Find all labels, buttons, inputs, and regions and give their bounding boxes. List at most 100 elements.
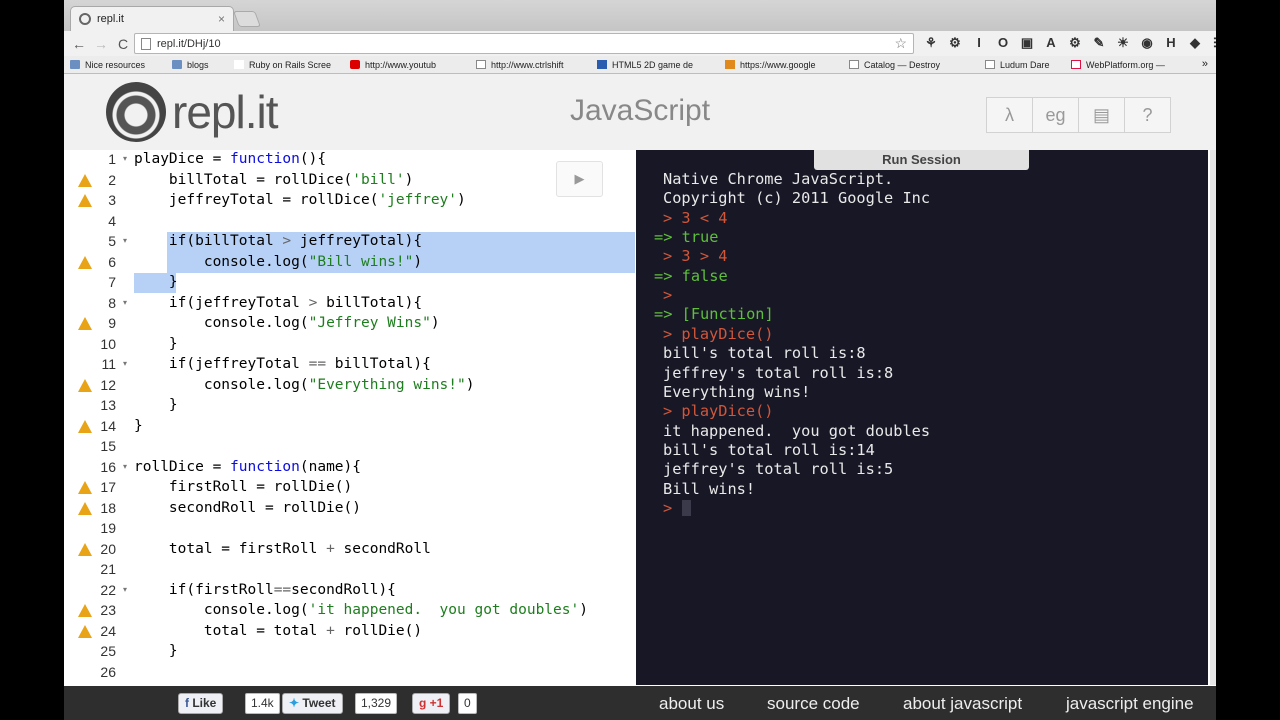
line-number: 21 (100, 561, 116, 577)
reload-button[interactable]: C (112, 36, 134, 52)
code-line[interactable]: 9 console.log("Jeffrey Wins") (68, 313, 635, 334)
code-line[interactable]: 1 ▾ playDice = function(){ (68, 150, 635, 170)
browser-tab[interactable]: repl.it × (70, 6, 234, 31)
extension-icon[interactable]: A (1042, 34, 1060, 52)
code-line[interactable]: 7 } (68, 272, 635, 293)
code-line[interactable]: 6 console.log("Bill wins!") (68, 252, 635, 273)
warning-icon[interactable] (78, 542, 92, 556)
bookmark-item[interactable]: WebPlatform.org — (1071, 60, 1181, 70)
fold-arrow-icon[interactable]: ▾ (123, 354, 127, 375)
extension-icon[interactable]: ▣ (1018, 34, 1036, 52)
extension-icon[interactable]: ◉ (1138, 34, 1156, 52)
fold-arrow-icon[interactable]: ▾ (123, 457, 127, 478)
code-line[interactable]: 3 jeffreyTotal = rollDice('jeffrey') (68, 190, 635, 211)
code-line[interactable]: 16 ▾ rollDice = function(name){ (68, 457, 635, 478)
footer-link-javascript-engine[interactable]: javascript engine (1066, 694, 1194, 714)
tweet-button[interactable]: ✦ Tweet (282, 693, 343, 714)
code-line[interactable]: 12 console.log("Everything wins!") (68, 375, 635, 396)
bookmark-item[interactable]: blogs (172, 60, 228, 70)
bookmark-label: Nice resources (85, 59, 146, 70)
code-line[interactable]: 19 (68, 518, 635, 539)
footer-link-about-javascript[interactable]: about javascript (903, 694, 1022, 714)
console-cursor[interactable] (682, 500, 692, 517)
extension-icon[interactable]: ⚘ (922, 34, 940, 52)
code-line[interactable]: 14} (68, 416, 635, 437)
google-plus-button[interactable]: g +1 (412, 693, 451, 714)
code-line[interactable]: 23 console.log('it happened. you got dou… (68, 600, 635, 621)
extension-icon[interactable]: ✎ (1090, 34, 1108, 52)
console-text: > playDice() (663, 324, 774, 343)
code-token: total = firstRoll (134, 540, 327, 557)
address-bar[interactable]: repl.it/DHj/10 ☆ (134, 33, 914, 54)
bookmark-item[interactable]: http://www.ctrlshift (476, 60, 591, 70)
code-line[interactable]: 21 (68, 559, 635, 580)
forward-button[interactable]: → (90, 36, 112, 52)
code-line[interactable]: 20 total = firstRoll + secondRoll (68, 539, 635, 560)
extension-icon[interactable]: ☰ (1210, 34, 1216, 52)
code-line[interactable]: 11 ▾ if(jeffreyTotal == billTotal){ (68, 354, 635, 375)
lambda-button[interactable]: λ (986, 97, 1033, 133)
fold-arrow-icon[interactable]: ▾ (123, 580, 127, 601)
code-line[interactable]: 10 } (68, 334, 635, 355)
code-token: ) (465, 376, 475, 393)
code-line[interactable]: 26 (68, 662, 635, 683)
extension-icon[interactable]: ⚙ (1066, 34, 1084, 52)
save-button[interactable]: ▤ (1078, 97, 1125, 133)
extension-icon[interactable]: ☀ (1114, 34, 1132, 52)
code-line[interactable]: 17 firstRoll = rollDie() (68, 477, 635, 498)
code-line[interactable]: 2 billTotal = rollDice('bill') (68, 170, 635, 191)
warning-icon[interactable] (78, 501, 92, 515)
code-line[interactable]: 18 secondRoll = rollDie() (68, 498, 635, 519)
code-line[interactable]: 22 ▾ if(firstRoll==secondRoll){ (68, 580, 635, 601)
bookmark-org-icon (725, 60, 735, 69)
extension-icon[interactable]: ◆ (1186, 34, 1204, 52)
warning-icon[interactable] (78, 255, 92, 269)
extension-icon[interactable]: ⚙ (946, 34, 964, 52)
bookmark-star-icon[interactable]: ☆ (894, 35, 907, 52)
warning-icon[interactable] (78, 317, 92, 330)
bookmark-item[interactable]: Ludum Dare (985, 60, 1065, 70)
bookmark-item[interactable]: Catalog — Destroy (849, 60, 979, 70)
warning-icon[interactable] (78, 194, 92, 207)
extension-icon[interactable]: O (994, 34, 1012, 52)
fold-arrow-icon[interactable]: ▾ (123, 293, 127, 314)
bookmark-item[interactable]: HTML5 2D game de (597, 60, 719, 70)
run-button[interactable]: ▶ (556, 161, 603, 197)
bookmark-item[interactable]: http://www.youtub (350, 60, 470, 70)
code-line[interactable]: 13 } (68, 395, 635, 416)
examples-button[interactable]: eg (1032, 97, 1079, 133)
warning-icon[interactable] (78, 378, 92, 392)
close-tab-icon[interactable]: × (218, 12, 225, 26)
bookmark-item[interactable]: Ruby on Rails Scree (234, 60, 344, 70)
extension-icon[interactable]: I (970, 34, 988, 52)
bookmark-item[interactable]: https://www.google (725, 60, 843, 70)
warning-icon[interactable] (78, 173, 92, 187)
footer-link-source-code[interactable]: source code (767, 694, 860, 714)
bookmark-item[interactable]: Nice resources (70, 60, 166, 70)
facebook-like-button[interactable]: f Like (178, 693, 224, 714)
warning-icon[interactable] (78, 624, 92, 638)
warning-icon[interactable] (78, 481, 92, 494)
new-tab-button[interactable] (233, 11, 261, 27)
code-editor[interactable]: 1 ▾ playDice = function(){2 billTotal = ro… (68, 150, 635, 685)
extension-icon[interactable]: H (1162, 34, 1180, 52)
warning-icon[interactable] (78, 419, 92, 433)
code-token: console.log( (134, 376, 309, 393)
code-line[interactable]: 24 total = total + rollDie() (68, 621, 635, 642)
help-button[interactable]: ? (1124, 97, 1171, 133)
code-line[interactable]: 5 ▾ if(billTotal > jeffreyTotal){ (68, 231, 635, 252)
footer-link-about-us[interactable]: about us (659, 694, 724, 714)
fold-arrow-icon[interactable]: ▾ (123, 231, 127, 252)
console-panel[interactable]: Run Session Native Chrome JavaScript. Cop… (636, 150, 1208, 685)
fold-arrow-icon[interactable]: ▾ (123, 150, 127, 170)
scrollbar[interactable] (1210, 150, 1216, 685)
console-text: => false (654, 266, 728, 285)
code-line[interactable]: 25 } (68, 641, 635, 662)
console-text: => true (654, 228, 719, 247)
bookmarks-overflow-button[interactable]: » (1202, 58, 1208, 70)
code-line[interactable]: 15 (68, 436, 635, 457)
code-line[interactable]: 4 (68, 211, 635, 232)
back-button[interactable]: ← (68, 36, 90, 52)
code-line[interactable]: 8 ▾ if(jeffreyTotal > billTotal){ (68, 293, 635, 314)
warning-icon[interactable] (78, 604, 92, 617)
